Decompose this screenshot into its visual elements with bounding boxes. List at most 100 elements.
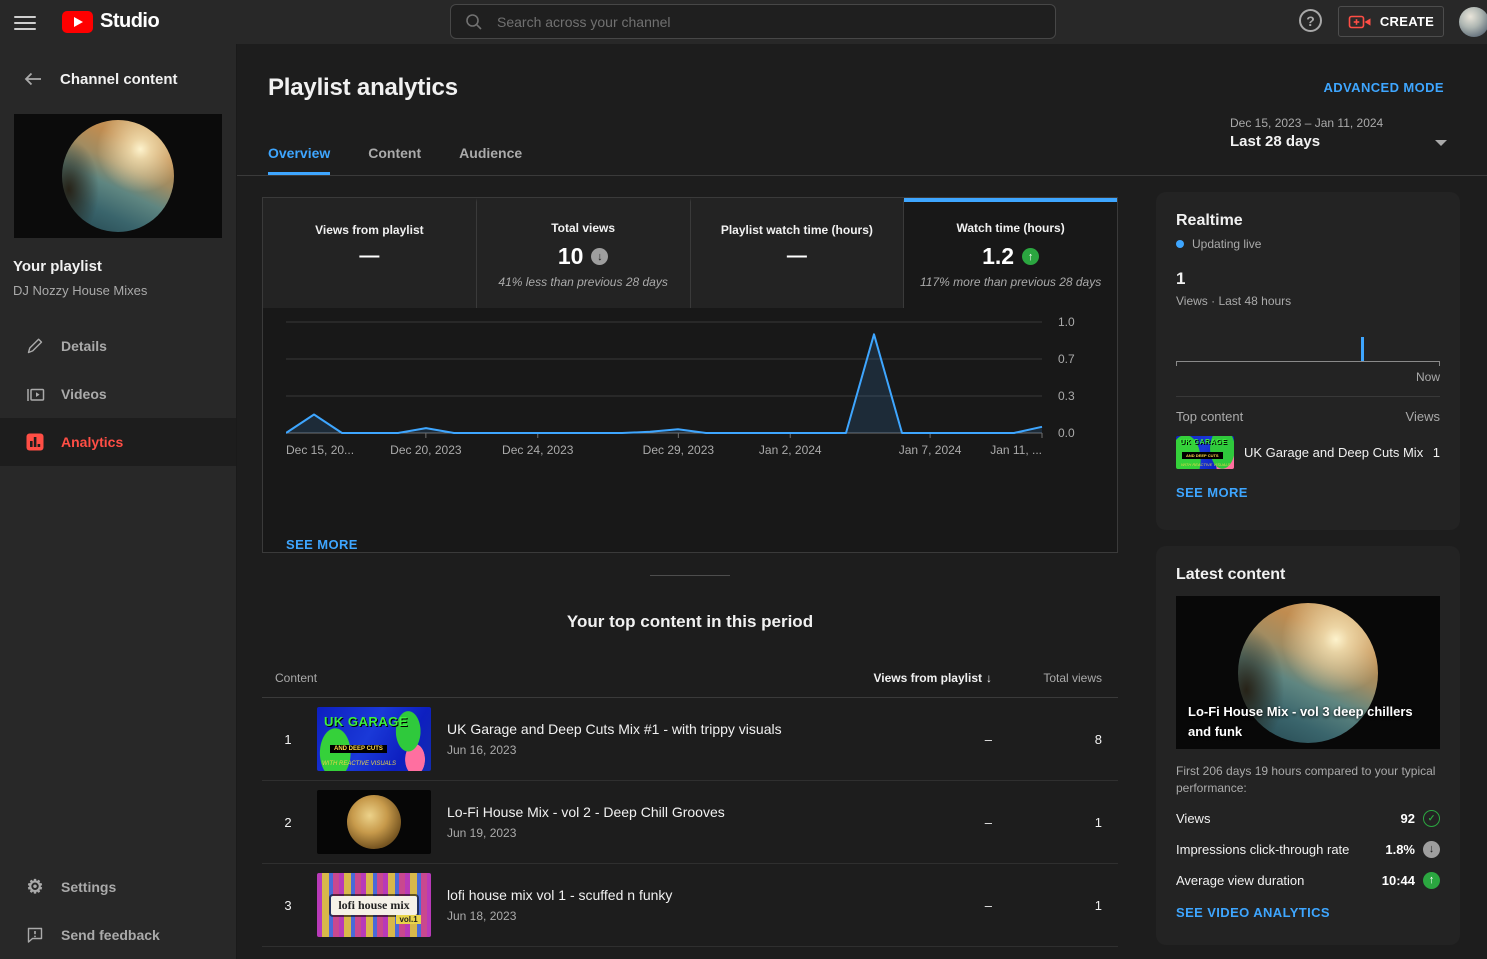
right-rail: Realtime Updating live 1 Views · Last 48…	[1156, 192, 1460, 945]
tab-content[interactable]: Content	[368, 139, 421, 175]
svg-text:Dec 20, 2023: Dec 20, 2023	[390, 443, 462, 457]
table-row[interactable]: 1 UK GARAGE AND DEEP CUTS WITH REACTIVE …	[262, 698, 1118, 781]
svg-text:Jan 11, ...: Jan 11, ...	[990, 443, 1042, 457]
sidebar-item-label: Send feedback	[61, 927, 160, 943]
thumb-text: WITH REACTIVE VISUALS	[1181, 462, 1230, 467]
video-thumbnail[interactable]: lofi house mixvol.1	[317, 873, 431, 937]
watch-time-chart: 1.00.70.30.0Dec 15, 20...Dec 20, 2023Dec…	[263, 308, 1117, 527]
cell-views-from-playlist: –	[842, 898, 992, 913]
latest-video-thumbnail[interactable]: Lo-Fi House Mix - vol 3 deep chillers an…	[1176, 596, 1440, 749]
video-views: 1	[1433, 445, 1440, 460]
svg-text:Dec 24, 2023: Dec 24, 2023	[502, 443, 574, 457]
stat-value: 1.8%	[1385, 842, 1415, 857]
see-video-analytics-link[interactable]: SEE VIDEO ANALYTICS	[1176, 905, 1330, 920]
svg-text:1.0: 1.0	[1058, 316, 1075, 329]
table-row[interactable]: 3 lofi house mixvol.1 lofi house mix vol…	[262, 864, 1118, 947]
tab-audience[interactable]: Audience	[459, 139, 522, 175]
main-area: Playlist analytics ADVANCED MODE Overvie…	[237, 44, 1487, 959]
metric-views-from-playlist[interactable]: Views from playlist —	[263, 198, 477, 308]
metric-watch-time[interactable]: Watch time (hours) 1.2 ↑ 117% more than …	[904, 198, 1117, 308]
tab-overview[interactable]: Overview	[268, 139, 330, 175]
metric-note: 41% less than previous 28 days	[498, 275, 667, 289]
sidebar-item-analytics[interactable]: Analytics	[0, 418, 236, 466]
video-info[interactable]: lofi house mix vol 1 - scuffed n funky J…	[447, 887, 842, 923]
trend-up-icon: ↑	[1423, 872, 1440, 889]
sidebar-item-details[interactable]: Details	[0, 322, 236, 370]
column-views-from-playlist[interactable]: Views from playlist↓	[842, 671, 992, 685]
realtime-title: Realtime	[1176, 212, 1440, 230]
playlist-thumbnail	[14, 114, 222, 238]
sidebar-item-videos[interactable]: Videos	[0, 370, 236, 418]
top-content-label: Top content	[1176, 409, 1243, 424]
video-info[interactable]: UK Garage and Deep Cuts Mix #1 - with tr…	[447, 721, 842, 757]
video-plus-icon	[1348, 14, 1372, 30]
chart-see-more-link[interactable]: SEE MORE	[286, 537, 1117, 552]
svg-text:Dec 29, 2023: Dec 29, 2023	[643, 443, 715, 457]
thumb-text: UK GARAGE	[1180, 439, 1227, 446]
table-row[interactable]: 2 Lo-Fi House Mix - vol 2 - Deep Chill G…	[262, 781, 1118, 864]
latest-video-title: Lo-Fi House Mix - vol 3 deep chillers an…	[1188, 702, 1428, 741]
realtime-count: 1	[1176, 269, 1440, 289]
metric-label: Watch time (hours)	[957, 221, 1065, 235]
stat-label: Average view duration	[1176, 873, 1304, 888]
trend-up-icon: ↑	[1022, 248, 1039, 265]
video-thumbnail[interactable]: UK GARAGE AND DEEP CUTS WITH REACTIVE VI…	[317, 707, 431, 771]
page-title: Playlist analytics	[268, 74, 458, 102]
views-label: Views	[1406, 409, 1440, 424]
chevron-down-icon[interactable]	[1435, 140, 1447, 146]
metric-playlist-watch-time[interactable]: Playlist watch time (hours) —	[691, 198, 905, 308]
sidebar-item-label: Details	[61, 338, 107, 354]
realtime-top-row[interactable]: UK GARAGE AND DEEP CUTS WITH REACTIVE VI…	[1176, 436, 1440, 469]
date-range-picker[interactable]: Dec 15, 2023 – Jan 11, 2024 Last 28 days	[1230, 116, 1383, 150]
account-avatar[interactable]	[1459, 7, 1487, 37]
analytics-icon	[25, 432, 45, 452]
check-icon: ✓	[1423, 810, 1440, 827]
live-dot-icon	[1176, 240, 1184, 248]
search-input[interactable]	[497, 14, 1041, 30]
video-title: UK Garage and Deep Cuts Mix #1 - with tr…	[447, 721, 842, 737]
pencil-icon	[25, 336, 45, 356]
help-icon[interactable]: ?	[1299, 9, 1322, 32]
thumb-text: lofi house mixvol.1	[331, 896, 416, 915]
metric-total-views[interactable]: Total views 10 ↓ 41% less than previous …	[477, 198, 691, 308]
create-button[interactable]: CREATE	[1338, 6, 1444, 37]
metric-tabs: Views from playlist — Total views 10 ↓ 4…	[263, 198, 1117, 308]
video-info[interactable]: Lo-Fi House Mix - vol 2 - Deep Chill Gro…	[447, 804, 842, 840]
stat-ctr: Impressions click-through rate 1.8% ↓	[1176, 839, 1440, 860]
sidebar-item-settings[interactable]: ⚙ Settings	[0, 863, 236, 911]
svg-text:Jan 7, 2024: Jan 7, 2024	[899, 443, 962, 457]
content-column: Views from playlist — Total views 10 ↓ 4…	[262, 197, 1118, 947]
sidebar-title: Channel content	[60, 71, 178, 88]
realtime-card: Realtime Updating live 1 Views · Last 48…	[1156, 192, 1460, 530]
sidebar: Channel content Your playlist DJ Nozzy H…	[0, 44, 237, 959]
thumb-text: UK GARAGE	[324, 714, 408, 729]
video-date: Jun 19, 2023	[447, 826, 842, 840]
create-button-label: CREATE	[1380, 14, 1434, 29]
column-content: Content	[275, 671, 842, 685]
search-bar	[450, 4, 1056, 39]
video-date: Jun 16, 2023	[447, 743, 842, 757]
svg-text:0.0: 0.0	[1058, 426, 1075, 440]
hamburger-menu-icon[interactable]	[14, 12, 36, 32]
video-title: lofi house mix vol 1 - scuffed n funky	[447, 887, 842, 903]
metric-value: 1.2	[982, 243, 1014, 270]
back-arrow-icon[interactable]	[23, 70, 43, 88]
row-rank: 1	[275, 732, 301, 747]
metric-note: 117% more than previous 28 days	[920, 275, 1101, 289]
video-thumbnail: UK GARAGE AND DEEP CUTS WITH REACTIVE VI…	[1176, 436, 1234, 469]
thumb-text: AND DEEP CUTS	[1182, 452, 1223, 459]
sidebar-item-label: Settings	[61, 879, 116, 895]
video-thumbnail[interactable]	[317, 790, 431, 854]
realtime-see-more-link[interactable]: SEE MORE	[1176, 485, 1248, 500]
cell-views-from-playlist: –	[842, 732, 992, 747]
stat-label: Views	[1176, 811, 1210, 826]
performance-summary: First 206 days 19 hours compared to your…	[1176, 763, 1440, 798]
table-header: Content Views from playlist↓ Total views	[262, 658, 1118, 698]
sidebar-item-send-feedback[interactable]: Send feedback	[0, 911, 236, 959]
cell-total-views: 1	[992, 898, 1102, 913]
trend-down-icon: ↓	[1423, 841, 1440, 858]
metric-value: 10	[558, 243, 584, 270]
advanced-mode-link[interactable]: ADVANCED MODE	[1323, 80, 1444, 95]
metric-label: Playlist watch time (hours)	[721, 223, 873, 237]
studio-logo[interactable]: Studio	[62, 10, 159, 33]
